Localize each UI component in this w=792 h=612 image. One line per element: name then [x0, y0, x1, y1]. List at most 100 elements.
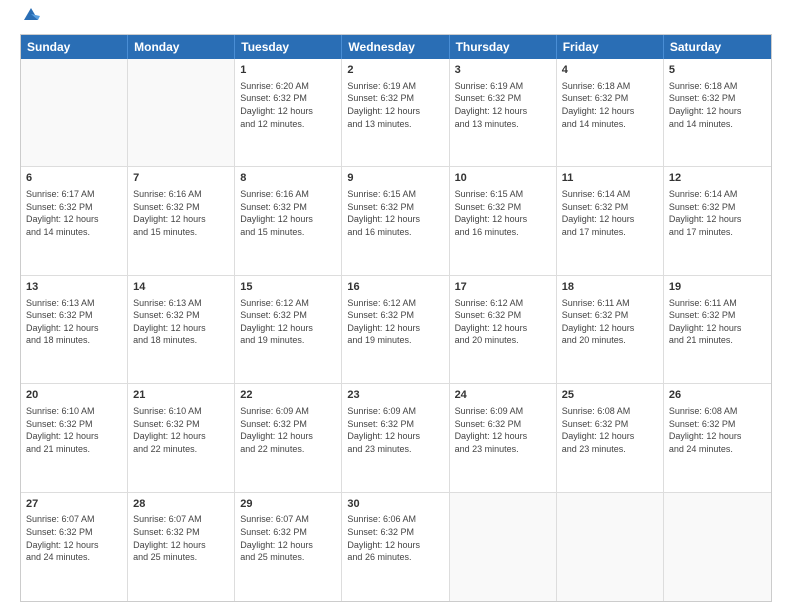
day-number: 10	[455, 171, 551, 186]
weekday-header: Friday	[557, 35, 664, 59]
calendar-row: 27 Sunrise: 6:07 AM Sunset: 6:32 PM Dayli…	[21, 493, 771, 601]
day-number: 17	[455, 280, 551, 295]
day-info: Sunrise: 6:10 AM Sunset: 6:32 PM Dayligh…	[133, 405, 229, 455]
day-info: Sunrise: 6:20 AM Sunset: 6:32 PM Dayligh…	[240, 80, 336, 130]
day-info: Sunrise: 6:13 AM Sunset: 6:32 PM Dayligh…	[26, 297, 122, 347]
calendar-cell: 1 Sunrise: 6:20 AM Sunset: 6:32 PM Daylig…	[235, 59, 342, 166]
calendar-row: 6 Sunrise: 6:17 AM Sunset: 6:32 PM Daylig…	[21, 167, 771, 275]
calendar-cell: 29Sunrise: 6:07 AM Sunset: 6:32 PM Dayli…	[235, 493, 342, 601]
calendar-cell: 23 Sunrise: 6:09 AM Sunset: 6:32 PM Dayli…	[342, 384, 449, 491]
day-info: Sunrise: 6:18 AM Sunset: 6:32 PM Dayligh…	[669, 80, 766, 130]
day-number: 23	[347, 388, 443, 403]
day-number: 7	[133, 171, 229, 186]
calendar: SundayMondayTuesdayWednesdayThursdayFrid…	[20, 34, 772, 602]
weekday-header: Saturday	[664, 35, 771, 59]
calendar-cell	[21, 59, 128, 166]
day-number: 1	[240, 63, 336, 78]
calendar-cell: 2 Sunrise: 6:19 AM Sunset: 6:32 PM Daylig…	[342, 59, 449, 166]
day-info: Sunrise: 6:18 AM Sunset: 6:32 PM Dayligh…	[562, 80, 658, 130]
calendar-cell: 15 Sunrise: 6:12 AM Sunset: 6:32 PM Dayli…	[235, 276, 342, 383]
calendar-cell: 12Sunrise: 6:14 AM Sunset: 6:32 PM Dayli…	[664, 167, 771, 274]
day-info: Sunrise: 6:07 AM Sunset: 6:32 PM Dayligh…	[240, 513, 336, 563]
calendar-cell: 24Sunrise: 6:09 AM Sunset: 6:32 PM Dayli…	[450, 384, 557, 491]
day-info: Sunrise: 6:19 AM Sunset: 6:32 PM Dayligh…	[455, 80, 551, 130]
day-info: Sunrise: 6:08 AM Sunset: 6:32 PM Dayligh…	[562, 405, 658, 455]
calendar-cell: 26 Sunrise: 6:08 AM Sunset: 6:32 PM Dayli…	[664, 384, 771, 491]
calendar-cell	[450, 493, 557, 601]
day-number: 25	[562, 388, 658, 403]
day-number: 6	[26, 171, 122, 186]
day-number: 11	[562, 171, 658, 186]
calendar-cell: 5 Sunrise: 6:18 AM Sunset: 6:32 PM Daylig…	[664, 59, 771, 166]
weekday-header: Wednesday	[342, 35, 449, 59]
day-number: 21	[133, 388, 229, 403]
day-number: 9	[347, 171, 443, 186]
calendar-cell: 16Sunrise: 6:12 AM Sunset: 6:32 PM Dayli…	[342, 276, 449, 383]
day-info: Sunrise: 6:10 AM Sunset: 6:32 PM Dayligh…	[26, 405, 122, 455]
day-info: Sunrise: 6:15 AM Sunset: 6:32 PM Dayligh…	[455, 188, 551, 238]
weekday-header: Tuesday	[235, 35, 342, 59]
calendar-cell: 20 Sunrise: 6:10 AM Sunset: 6:32 PM Dayli…	[21, 384, 128, 491]
calendar-cell: 18 Sunrise: 6:11 AM Sunset: 6:32 PM Dayli…	[557, 276, 664, 383]
day-info: Sunrise: 6:06 AM Sunset: 6:32 PM Dayligh…	[347, 513, 443, 563]
day-info: Sunrise: 6:14 AM Sunset: 6:32 PM Dayligh…	[562, 188, 658, 238]
calendar-cell: 6 Sunrise: 6:17 AM Sunset: 6:32 PM Daylig…	[21, 167, 128, 274]
day-info: Sunrise: 6:13 AM Sunset: 6:32 PM Dayligh…	[133, 297, 229, 347]
day-number: 18	[562, 280, 658, 295]
weekday-header: Sunday	[21, 35, 128, 59]
calendar-cell: 22 Sunrise: 6:09 AM Sunset: 6:32 PM Dayli…	[235, 384, 342, 491]
calendar-cell: 13 Sunrise: 6:13 AM Sunset: 6:32 PM Dayli…	[21, 276, 128, 383]
day-number: 15	[240, 280, 336, 295]
calendar-cell: 19 Sunrise: 6:11 AM Sunset: 6:32 PM Dayli…	[664, 276, 771, 383]
day-number: 13	[26, 280, 122, 295]
calendar-cell: 8Sunrise: 6:16 AM Sunset: 6:32 PM Daylig…	[235, 167, 342, 274]
calendar-cell	[128, 59, 235, 166]
day-number: 5	[669, 63, 766, 78]
day-number: 2	[347, 63, 443, 78]
day-info: Sunrise: 6:09 AM Sunset: 6:32 PM Dayligh…	[347, 405, 443, 455]
calendar-cell	[664, 493, 771, 601]
day-info: Sunrise: 6:16 AM Sunset: 6:32 PM Dayligh…	[133, 188, 229, 238]
calendar-cell: 17 Sunrise: 6:12 AM Sunset: 6:32 PM Dayli…	[450, 276, 557, 383]
day-info: Sunrise: 6:11 AM Sunset: 6:32 PM Dayligh…	[562, 297, 658, 347]
day-number: 28	[133, 497, 229, 512]
day-number: 16	[347, 280, 443, 295]
calendar-cell: 3 Sunrise: 6:19 AM Sunset: 6:32 PM Daylig…	[450, 59, 557, 166]
day-info: Sunrise: 6:17 AM Sunset: 6:32 PM Dayligh…	[26, 188, 122, 238]
day-info: Sunrise: 6:07 AM Sunset: 6:32 PM Dayligh…	[133, 513, 229, 563]
calendar-header: SundayMondayTuesdayWednesdayThursdayFrid…	[21, 35, 771, 59]
day-info: Sunrise: 6:08 AM Sunset: 6:32 PM Dayligh…	[669, 405, 766, 455]
calendar-cell: 14 Sunrise: 6:13 AM Sunset: 6:32 PM Dayli…	[128, 276, 235, 383]
day-number: 27	[26, 497, 122, 512]
day-info: Sunrise: 6:12 AM Sunset: 6:32 PM Dayligh…	[455, 297, 551, 347]
day-info: Sunrise: 6:09 AM Sunset: 6:32 PM Dayligh…	[455, 405, 551, 455]
day-info: Sunrise: 6:12 AM Sunset: 6:32 PM Dayligh…	[240, 297, 336, 347]
calendar-cell: 25 Sunrise: 6:08 AM Sunset: 6:32 PM Dayli…	[557, 384, 664, 491]
day-number: 8	[240, 171, 336, 186]
day-number: 14	[133, 280, 229, 295]
calendar-cell: 11 Sunrise: 6:14 AM Sunset: 6:32 PM Dayli…	[557, 167, 664, 274]
calendar-cell: 10 Sunrise: 6:15 AM Sunset: 6:32 PM Dayli…	[450, 167, 557, 274]
calendar-row: 13 Sunrise: 6:13 AM Sunset: 6:32 PM Dayli…	[21, 276, 771, 384]
day-info: Sunrise: 6:11 AM Sunset: 6:32 PM Dayligh…	[669, 297, 766, 347]
calendar-cell: 9Sunrise: 6:15 AM Sunset: 6:32 PM Daylig…	[342, 167, 449, 274]
calendar-cell: 7 Sunrise: 6:16 AM Sunset: 6:32 PM Daylig…	[128, 167, 235, 274]
day-number: 30	[347, 497, 443, 512]
day-number: 3	[455, 63, 551, 78]
day-number: 29	[240, 497, 336, 512]
weekday-header: Thursday	[450, 35, 557, 59]
day-number: 19	[669, 280, 766, 295]
calendar-row: 1 Sunrise: 6:20 AM Sunset: 6:32 PM Daylig…	[21, 59, 771, 167]
calendar-cell: 4Sunrise: 6:18 AM Sunset: 6:32 PM Daylig…	[557, 59, 664, 166]
day-info: Sunrise: 6:19 AM Sunset: 6:32 PM Dayligh…	[347, 80, 443, 130]
calendar-body: 1 Sunrise: 6:20 AM Sunset: 6:32 PM Daylig…	[21, 59, 771, 601]
day-number: 20	[26, 388, 122, 403]
day-number: 22	[240, 388, 336, 403]
calendar-cell	[557, 493, 664, 601]
day-info: Sunrise: 6:09 AM Sunset: 6:32 PM Dayligh…	[240, 405, 336, 455]
calendar-cell: 21 Sunrise: 6:10 AM Sunset: 6:32 PM Dayli…	[128, 384, 235, 491]
calendar-cell: 30Sunrise: 6:06 AM Sunset: 6:32 PM Dayli…	[342, 493, 449, 601]
logo	[20, 16, 40, 24]
day-number: 26	[669, 388, 766, 403]
day-number: 12	[669, 171, 766, 186]
